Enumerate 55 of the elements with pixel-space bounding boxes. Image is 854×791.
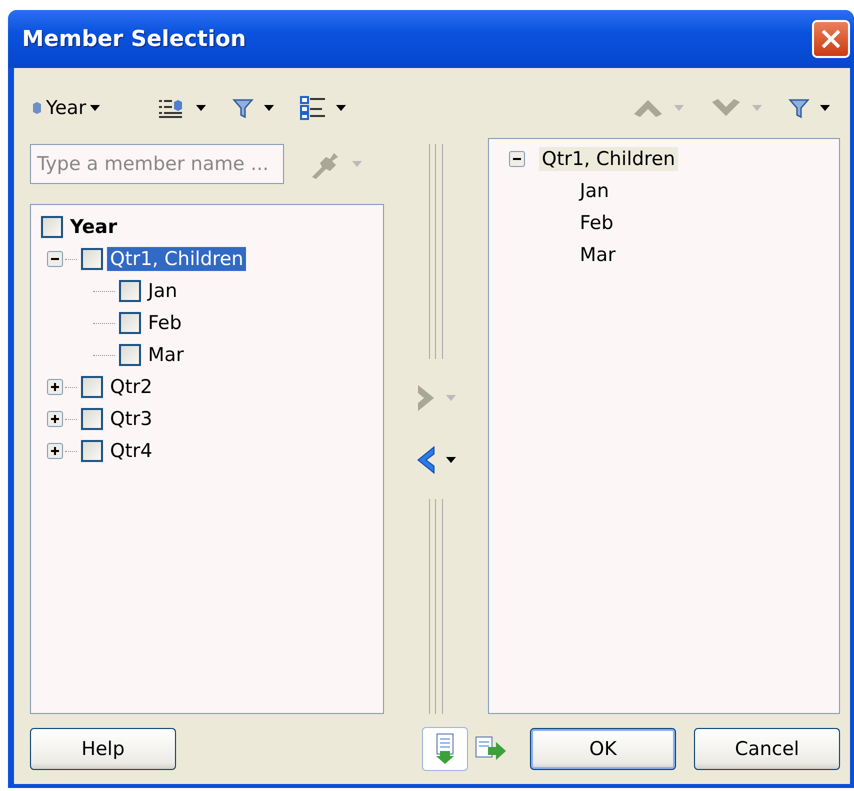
caret-icon bbox=[352, 161, 362, 167]
document-down-icon bbox=[434, 733, 456, 765]
left-chevron-icon bbox=[416, 445, 436, 475]
tree-item[interactable]: Jan bbox=[145, 279, 180, 303]
cancel-button[interactable]: Cancel bbox=[694, 728, 840, 770]
selected-member[interactable]: Qtr1, Children bbox=[538, 147, 678, 171]
tree-item[interactable]: Qtr1, Children bbox=[107, 247, 246, 271]
tree-item[interactable]: Feb bbox=[145, 311, 185, 335]
search-field[interactable]: Type a member name ... bbox=[30, 144, 284, 184]
caret-icon bbox=[90, 105, 100, 111]
tree-item[interactable]: Mar bbox=[145, 343, 187, 367]
checkbox[interactable] bbox=[81, 248, 103, 270]
expand-icon[interactable] bbox=[47, 411, 63, 427]
filter-icon bbox=[232, 97, 254, 119]
down-chevron-icon bbox=[710, 98, 742, 118]
checkbox[interactable] bbox=[81, 440, 103, 462]
caret-icon bbox=[674, 105, 684, 111]
help-button[interactable]: Help bbox=[30, 728, 176, 770]
hierarchy-icon bbox=[300, 96, 326, 120]
tree-item[interactable]: Year bbox=[67, 215, 120, 239]
checkbox[interactable] bbox=[119, 312, 141, 334]
up-chevron-icon bbox=[632, 98, 664, 118]
tree-item[interactable]: Qtr4 bbox=[107, 439, 156, 463]
caret-icon bbox=[752, 105, 762, 111]
checkbox[interactable] bbox=[119, 280, 141, 302]
collapse-icon[interactable] bbox=[508, 151, 525, 167]
expand-icon[interactable] bbox=[47, 379, 63, 395]
selected-member[interactable]: Mar bbox=[576, 243, 619, 267]
tree-item[interactable]: Qtr2 bbox=[107, 375, 156, 399]
caret-icon bbox=[264, 105, 274, 111]
tree-item[interactable]: Qtr3 bbox=[107, 407, 156, 431]
import-button[interactable] bbox=[422, 727, 468, 771]
ok-button[interactable]: OK bbox=[530, 728, 676, 770]
checkbox[interactable] bbox=[81, 376, 103, 398]
close-button[interactable] bbox=[812, 20, 850, 58]
cube-icon bbox=[32, 101, 42, 115]
selected-member[interactable]: Feb bbox=[576, 211, 616, 235]
expand-icon[interactable] bbox=[47, 443, 63, 459]
caret-icon bbox=[820, 105, 830, 111]
caret-icon bbox=[446, 395, 456, 401]
caret-icon bbox=[336, 105, 346, 111]
checkbox[interactable] bbox=[81, 408, 103, 430]
checkbox[interactable] bbox=[119, 344, 141, 366]
checkbox[interactable] bbox=[41, 216, 63, 238]
right-chevron-icon bbox=[416, 383, 436, 413]
caret-icon bbox=[196, 105, 206, 111]
document-right-icon bbox=[474, 735, 508, 763]
caret-icon bbox=[446, 457, 456, 463]
toolbar-button[interactable] bbox=[298, 94, 348, 122]
close-icon bbox=[820, 28, 842, 50]
window-title: Member Selection bbox=[22, 26, 246, 52]
filter-icon bbox=[788, 97, 810, 119]
selected-member[interactable]: Jan bbox=[576, 179, 612, 203]
collapse-icon[interactable] bbox=[47, 251, 63, 267]
dimension-menu[interactable]: Year bbox=[30, 95, 102, 121]
